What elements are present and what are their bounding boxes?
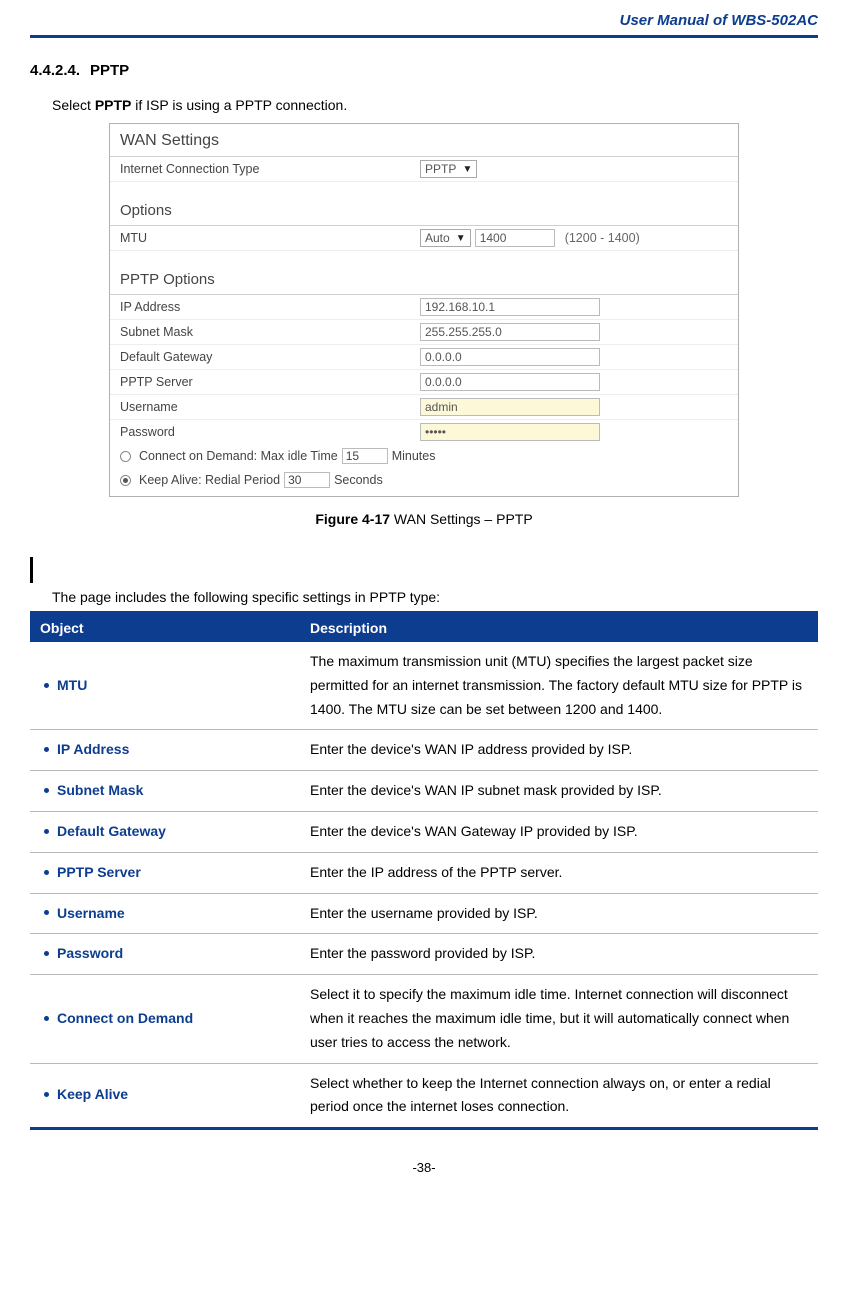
section-title: PPTP <box>90 62 129 79</box>
radio-icon[interactable] <box>120 475 131 486</box>
ka-period-input[interactable]: 30 <box>284 472 330 488</box>
description-cell: Select whether to keep the Internet conn… <box>300 1063 818 1129</box>
object-cell: MTU <box>30 642 300 730</box>
object-cell: Connect on Demand <box>30 975 300 1063</box>
mask-input[interactable]: 255.255.255.0 <box>420 323 600 341</box>
object-cell: Default Gateway <box>30 811 300 852</box>
table-row: Keep AliveSelect whether to keep the Int… <box>30 1063 818 1129</box>
figure-caption: Figure 4-17 WAN Settings – PPTP <box>30 511 818 527</box>
bullet-icon <box>44 829 49 834</box>
table-row: Subnet MaskEnter the device's WAN IP sub… <box>30 771 818 812</box>
mtu-label: MTU <box>120 231 420 245</box>
intro-text: Select PPTP if ISP is using a PPTP conne… <box>52 97 818 113</box>
object-cell: Keep Alive <box>30 1063 300 1129</box>
bullet-icon <box>44 683 49 688</box>
gw-label: Default Gateway <box>120 350 420 364</box>
object-cell: IP Address <box>30 730 300 771</box>
mtu-hint: (1200 - 1400) <box>565 231 640 245</box>
cod-label: Connect on Demand: Max idle Time <box>139 449 338 463</box>
connect-on-demand-row[interactable]: Connect on Demand: Max idle Time 15 Minu… <box>110 444 738 468</box>
bullet-icon <box>44 747 49 752</box>
intro-bold: PPTP <box>95 97 132 113</box>
description-cell: Enter the device's WAN IP address provid… <box>300 730 818 771</box>
bullet-icon <box>44 1092 49 1097</box>
pptp-options-title: PPTP Options <box>110 251 738 295</box>
table-row: UsernameEnter the username provided by I… <box>30 893 818 934</box>
conn-type-label: Internet Connection Type <box>120 162 420 176</box>
section-heading: 4.4.2.4. PPTP <box>30 62 818 79</box>
bullet-icon <box>44 870 49 875</box>
user-input[interactable]: admin <box>420 398 600 416</box>
gw-input[interactable]: 0.0.0.0 <box>420 348 600 366</box>
col-object: Object <box>30 613 300 643</box>
conn-type-value: PPTP <box>425 162 456 176</box>
radio-icon[interactable] <box>120 451 131 462</box>
description-cell: Enter the device's WAN IP subnet mask pr… <box>300 771 818 812</box>
description-cell: The maximum transmission unit (MTU) spec… <box>300 642 818 730</box>
table-row: MTUThe maximum transmission unit (MTU) s… <box>30 642 818 730</box>
mtu-input[interactable]: 1400 <box>475 229 555 247</box>
description-cell: Enter the IP address of the PPTP server. <box>300 852 818 893</box>
object-cell: Password <box>30 934 300 975</box>
cod-idle-input[interactable]: 15 <box>342 448 388 464</box>
ka-unit: Seconds <box>334 473 383 487</box>
bullet-icon <box>44 1016 49 1021</box>
conn-type-select[interactable]: PPTP ▼ <box>420 160 477 178</box>
table-row: Default GatewayEnter the device's WAN Ga… <box>30 811 818 852</box>
table-row: PPTP ServerEnter the IP address of the P… <box>30 852 818 893</box>
bullet-icon <box>44 910 49 915</box>
intro-post: if ISP is using a PPTP connection. <box>131 97 347 113</box>
page-number: -38- <box>30 1160 818 1175</box>
description-cell: Select it to specify the maximum idle ti… <box>300 975 818 1063</box>
description-cell: Enter the device's WAN Gateway IP provid… <box>300 811 818 852</box>
ip-label: IP Address <box>120 300 420 314</box>
intro-pre: Select <box>52 97 95 113</box>
mtu-mode-select[interactable]: Auto ▼ <box>420 229 471 247</box>
pass-label: Password <box>120 425 420 439</box>
description-cell: Enter the username provided by ISP. <box>300 893 818 934</box>
text-cursor-icon <box>30 557 33 583</box>
table-row: IP AddressEnter the device's WAN IP addr… <box>30 730 818 771</box>
keep-alive-row[interactable]: Keep Alive: Redial Period 30 Seconds <box>110 468 738 496</box>
bullet-icon <box>44 788 49 793</box>
ip-input[interactable]: 192.168.10.1 <box>420 298 600 316</box>
caret-down-icon: ▼ <box>456 233 466 244</box>
table-row: Connect on DemandSelect it to specify th… <box>30 975 818 1063</box>
header-title: User Manual of WBS-502AC <box>620 12 818 29</box>
object-cell: PPTP Server <box>30 852 300 893</box>
caret-down-icon: ▼ <box>462 164 472 175</box>
figure-number: Figure 4-17 <box>315 511 390 527</box>
figure-title: WAN Settings – PPTP <box>390 511 533 527</box>
pass-input[interactable]: ••••• <box>420 423 600 441</box>
section-number: 4.4.2.4. <box>30 62 80 79</box>
srv-label: PPTP Server <box>120 375 420 389</box>
bullet-icon <box>44 951 49 956</box>
mtu-mode-value: Auto <box>425 231 450 245</box>
cod-unit: Minutes <box>392 449 436 463</box>
wan-settings-title: WAN Settings <box>110 124 738 157</box>
ka-label: Keep Alive: Redial Period <box>139 473 280 487</box>
options-title: Options <box>110 182 738 226</box>
mask-label: Subnet Mask <box>120 325 420 339</box>
settings-table: Object Description MTUThe maximum transm… <box>30 611 818 1130</box>
wan-settings-panel: WAN Settings Internet Connection Type PP… <box>109 123 739 497</box>
col-description: Description <box>300 613 818 643</box>
description-cell: Enter the password provided by ISP. <box>300 934 818 975</box>
srv-input[interactable]: 0.0.0.0 <box>420 373 600 391</box>
user-label: Username <box>120 400 420 414</box>
table-intro: The page includes the following specific… <box>52 589 818 605</box>
object-cell: Username <box>30 893 300 934</box>
page-header: User Manual of WBS-502AC <box>30 0 818 38</box>
object-cell: Subnet Mask <box>30 771 300 812</box>
table-row: PasswordEnter the password provided by I… <box>30 934 818 975</box>
